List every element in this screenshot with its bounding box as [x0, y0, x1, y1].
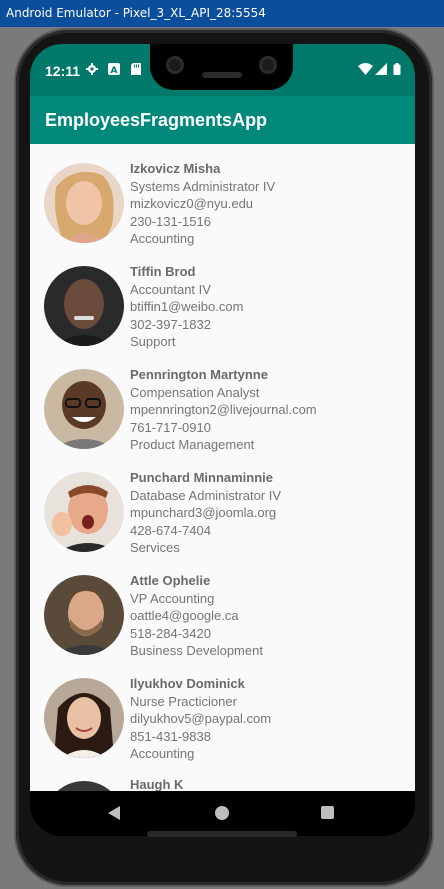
employee-department: Business Development — [130, 643, 263, 659]
employee-title: Compensation Analyst — [130, 384, 260, 400]
wifi-icon — [358, 63, 373, 75]
employee-name: Punchard Minnaminnie — [130, 470, 274, 485]
camera-right-icon — [259, 56, 277, 74]
employee-phone: 518-284-3420 — [130, 625, 211, 641]
employee-info: Izkovicz Misha Systems Administrator IV … — [130, 160, 275, 248]
avatar — [44, 781, 124, 791]
list-item[interactable]: Attle Ophelie VP Accounting oattle4@goog… — [30, 556, 415, 659]
employee-email: dilyukhov5@paypal.com — [130, 711, 272, 727]
employee-department: Accounting — [130, 231, 195, 247]
employee-phone: 761-717-0910 — [130, 419, 211, 435]
svg-text:A: A — [111, 66, 118, 75]
emulator-title-bar: Android Emulator - Pixel_3_XL_API_28:555… — [0, 0, 444, 27]
status-time: 12:11 — [45, 63, 81, 79]
employee-name: Ilyukhov Dominick — [130, 676, 245, 691]
employee-title: Nurse Practicioner — [130, 693, 237, 709]
employee-email: mizkovicz0@nyu.edu — [130, 196, 254, 212]
bottom-speaker — [147, 831, 297, 837]
list-item[interactable]: Tiffin Brod Accountant IV btiffin1@weibo… — [30, 247, 415, 350]
employee-department: Support — [130, 334, 176, 350]
settings-gear-icon — [86, 63, 98, 75]
employee-name: Pennrington Martynne — [130, 367, 268, 382]
recents-icon[interactable] — [321, 806, 334, 819]
employee-info: Tiffin Brod Accountant IV btiffin1@weibo… — [130, 263, 243, 351]
employee-name: Attle Ophelie — [130, 573, 211, 588]
avatar — [44, 472, 124, 552]
employee-name: Tiffin Brod — [130, 264, 196, 279]
list-item[interactable]: Punchard Minnaminnie Database Administra… — [30, 453, 415, 556]
employee-info: Attle Ophelie VP Accounting oattle4@goog… — [130, 572, 263, 660]
home-icon[interactable] — [215, 806, 229, 820]
employee-phone: 851-431-9838 — [130, 728, 211, 744]
battery-icon — [393, 63, 401, 75]
avatar — [44, 575, 124, 655]
employee-email: mpunchard3@joomla.org — [130, 505, 277, 521]
employee-info: Punchard Minnaminnie Database Administra… — [130, 469, 281, 557]
navigation-bar — [30, 791, 415, 836]
employee-department: Accounting — [130, 746, 195, 762]
avatar — [44, 678, 124, 758]
employee-email: mpennrington2@livejournal.com — [130, 402, 317, 418]
employee-email: oattle4@google.ca — [130, 608, 239, 624]
list-item[interactable]: Ilyukhov Dominick Nurse Practicioner dil… — [30, 659, 415, 762]
employee-department: Services — [130, 540, 180, 556]
employee-phone: 428-674-7404 — [130, 522, 211, 538]
employee-phone: 302-397-1832 — [130, 316, 211, 332]
cell-signal-icon — [375, 63, 387, 75]
employee-info: Ilyukhov Dominick Nurse Practicioner dil… — [130, 675, 271, 763]
avatar — [44, 266, 124, 346]
earpiece-speaker — [202, 72, 242, 78]
app-bar-title: EmployeesFragmentsApp — [30, 96, 415, 144]
avatar — [44, 369, 124, 449]
employee-info: Haugh K — [130, 776, 183, 791]
employee-email: btiffin1@weibo.com — [130, 299, 244, 315]
employee-title: Database Administrator IV — [130, 487, 282, 503]
list-item[interactable]: Pennrington Martynne Compensation Analys… — [30, 350, 415, 453]
employee-phone: 230-131-1516 — [130, 213, 211, 229]
employee-info: Pennrington Martynne Compensation Analys… — [130, 366, 317, 454]
employee-department: Product Management — [130, 437, 255, 453]
camera-left-icon — [166, 56, 184, 74]
list-item-partial[interactable]: Haugh K — [30, 762, 415, 791]
sd-card-icon — [131, 63, 141, 75]
employee-name: Haugh K — [130, 777, 184, 791]
a-badge-icon: A — [108, 63, 120, 75]
list-item[interactable]: Izkovicz Misha Systems Administrator IV … — [30, 144, 415, 247]
employee-title: Accountant IV — [130, 281, 211, 297]
status-bar: 12:11 A — [30, 44, 415, 96]
device-screen: 12:11 A EmployeesFragmentsApp Izkovicz M… — [30, 44, 415, 836]
employee-name: Izkovicz Misha — [130, 161, 221, 176]
display-notch — [150, 44, 293, 90]
employee-title: Systems Administrator IV — [130, 178, 276, 194]
back-icon[interactable] — [108, 806, 120, 820]
avatar — [44, 163, 124, 243]
employee-title: VP Accounting — [130, 590, 215, 606]
employee-list[interactable]: Izkovicz Misha Systems Administrator IV … — [30, 144, 415, 791]
